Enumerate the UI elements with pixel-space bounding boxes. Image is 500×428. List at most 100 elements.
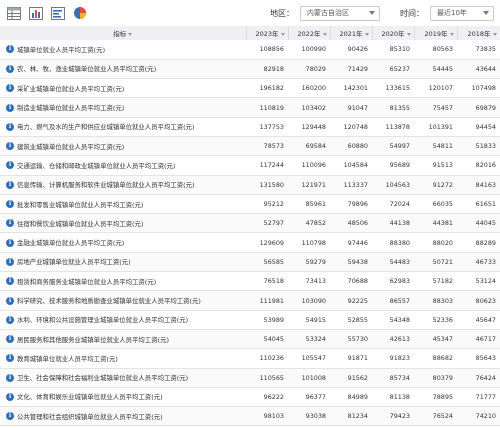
chevron-down-icon [369,11,375,15]
indicator-name: 房地产业城镇单位就业人员平均工资(元) [17,258,131,267]
value-cell: 46733 [475,257,496,266]
table-row[interactable]: i 卫生、社会保障和社会福利业城镇单位就业人员平均工资(元) 110565 10100… [0,368,500,388]
column-header-year[interactable]: 2018年 [457,26,500,40]
sort-icon [449,32,454,36]
info-icon[interactable]: i [6,373,14,382]
column-header-indicator[interactable]: 指标 [0,26,247,40]
value-cell: 88020 [432,238,453,247]
value-cell: 52797 [263,219,284,228]
region-label: 地区： [270,8,294,18]
value-cell: 88289 [475,238,496,247]
table-row[interactable]: i 电力、燃气及水的生产和供应业城镇单位就业人员平均工资(元) 137753 1294… [0,117,500,137]
info-icon[interactable]: i [6,200,14,209]
info-icon[interactable]: i [6,161,14,170]
info-icon[interactable]: i [6,354,14,363]
info-icon[interactable]: i [6,122,14,131]
value-cell: 96377 [305,392,326,401]
table-row[interactable]: i 居民服务和其他服务业城镇单位就业人员平均工资(元) 54045 53324 5573… [0,329,500,349]
data-table: 指标 2023年 2022年 2021年 2020年 2019年 2018年 i… [0,26,500,426]
table-row[interactable]: i 住宿和餐饮业城镇单位就业人员平均工资(元) 52797 47852 48506 441… [0,213,500,233]
table-row[interactable]: i 制造业城镇单位就业人员平均工资(元) 110819 103402 91047 8135… [0,97,500,118]
chevron-down-icon [483,11,489,15]
column-header-year[interactable]: 2022年 [288,26,331,40]
table-row[interactable]: i 交通运输、仓储和邮政业城镇单位就业人员平均工资(元) 117244 110096 1… [0,156,500,176]
info-icon[interactable]: i [6,64,14,73]
table-row[interactable]: i 公共管理和社会组织城镇单位就业人员平均工资(元) 98103 93038 81234… [0,406,500,426]
value-cell: 101391 [428,122,453,131]
value-cell: 97446 [347,238,368,247]
table-row[interactable]: i 城镇单位就业人员平均工资(元) 108856 100990 90426 85310 80… [0,40,500,60]
bar-chart-icon[interactable] [28,5,44,21]
value-cell: 85734 [389,373,410,382]
pie-chart-icon[interactable] [72,5,88,21]
table-row[interactable]: i 文化、体育和娱乐业城镇单位就业人员平均工资(元) 96222 96377 84989… [0,387,500,407]
sort-icon [280,32,285,36]
info-icon[interactable]: i [6,296,14,305]
time-select-value: 最近10年 [437,9,467,17]
table-icon[interactable] [6,5,22,21]
table-row[interactable]: i 农、林、牧、渔业城镇单位就业人员平均工资(元) 82918 78029 71429 6… [0,59,500,79]
table-row[interactable]: i 科学研究、技术服务和地质勘查业城镇单位就业人员平均工资(元) 111981 103… [0,290,500,311]
indicator-cell: i 住宿和餐饮业城镇单位就业人员平均工资(元) [0,214,246,233]
info-icon[interactable]: i [6,277,14,286]
column-header-year[interactable]: 2019年 [414,26,458,40]
region-select[interactable]: 内蒙古自治区 [300,5,380,21]
table-row[interactable]: i 租赁和商务服务业城镇单位就业人员平均工资(元) 76518 73413 70688 6… [0,272,500,291]
table-row[interactable]: i 房地产业城镇单位就业人员平均工资(元) 56585 59279 59438 54483… [0,252,500,272]
value-cell: 80379 [432,373,453,382]
value-cell: 53324 [305,335,326,344]
column-header-year[interactable]: 2021年 [330,26,373,40]
value-cell: 91513 [432,161,453,170]
value-cell: 95689 [389,161,410,170]
table-row[interactable]: i 建筑业城镇单位就业人员平均工资(元) 78573 69584 60880 54997 5… [0,136,500,156]
indicator-name: 租赁和商务服务业城镇单位就业人员平均工资(元) [17,277,157,286]
value-cell: 54045 [263,335,284,344]
value-cell: 129609 [259,238,284,247]
indicator-cell: i 居民服务和其他服务业城镇单位就业人员平均工资(元) [0,329,246,348]
value-cell: 75457 [432,103,453,112]
indicator-cell: i 教育城镇单位就业人员平均工资(元) [0,349,246,368]
value-cell: 54915 [305,315,326,324]
value-cell: 84163 [475,180,496,189]
value-cell: 131580 [259,180,284,189]
info-icon[interactable]: i [6,103,14,112]
time-select[interactable]: 最近10年 [430,5,494,21]
value-cell: 160200 [301,84,326,93]
table-row[interactable]: i 信息传输、计算机服务和软件业城镇单位就业人员平均工资(元) 131580 1219… [0,175,500,195]
info-icon[interactable]: i [6,84,14,93]
info-icon[interactable]: i [6,257,14,266]
value-cell: 93038 [305,412,326,421]
value-cell: 79896 [347,200,368,209]
indicator-cell: i 电力、燃气及水的生产和供应业城镇单位就业人员平均工资(元) [0,117,246,136]
value-cell: 110236 [259,354,284,363]
value-cell: 84989 [347,392,368,401]
value-cell: 117244 [259,161,284,170]
info-icon[interactable]: i [6,412,14,421]
table-row[interactable]: i 采矿业城镇单位就业人员平均工资(元) 196182 160200 142301 133… [0,79,500,98]
list-bar-icon[interactable] [50,5,66,21]
info-icon[interactable]: i [6,238,14,247]
value-cell: 103090 [301,296,326,305]
indicator-name: 住宿和餐饮业城镇单位就业人员平均工资(元) [17,219,144,228]
value-cell: 53124 [475,277,496,286]
info-icon[interactable]: i [6,45,14,54]
indicator-name: 卫生、社会保障和社会福利业城镇单位就业人员平均工资(元) [17,374,189,383]
table-row[interactable]: i 批发和零售业城镇单位就业人员平均工资(元) 95212 85961 79896 720… [0,194,500,214]
value-cell: 52855 [347,315,368,324]
info-icon[interactable]: i [6,180,14,189]
value-cell: 80623 [475,296,496,305]
value-cell: 81138 [389,392,410,401]
info-icon[interactable]: i [6,392,14,401]
table-row[interactable]: i 水利、环境和公共设施管理业城镇单位就业人员平均工资(元) 53989 54915 5… [0,310,500,330]
column-header-year[interactable]: 2023年 [246,26,289,40]
table-row[interactable]: i 教育城镇单位就业人员平均工资(元) 110236 105547 91871 91823… [0,349,500,369]
info-icon[interactable]: i [6,335,14,344]
info-icon[interactable]: i [6,219,14,228]
value-cell: 86557 [389,296,410,305]
info-icon[interactable]: i [6,315,14,324]
table-row[interactable]: i 金融业城镇单位就业人员平均工资(元) 129609 110798 97446 8838… [0,233,500,253]
column-header-year[interactable]: 2020年 [372,26,415,40]
value-cell: 113337 [343,180,368,189]
indicator-name: 公共管理和社会组织城镇单位就业人员平均工资(元) [17,412,163,421]
info-icon[interactable]: i [6,142,14,151]
